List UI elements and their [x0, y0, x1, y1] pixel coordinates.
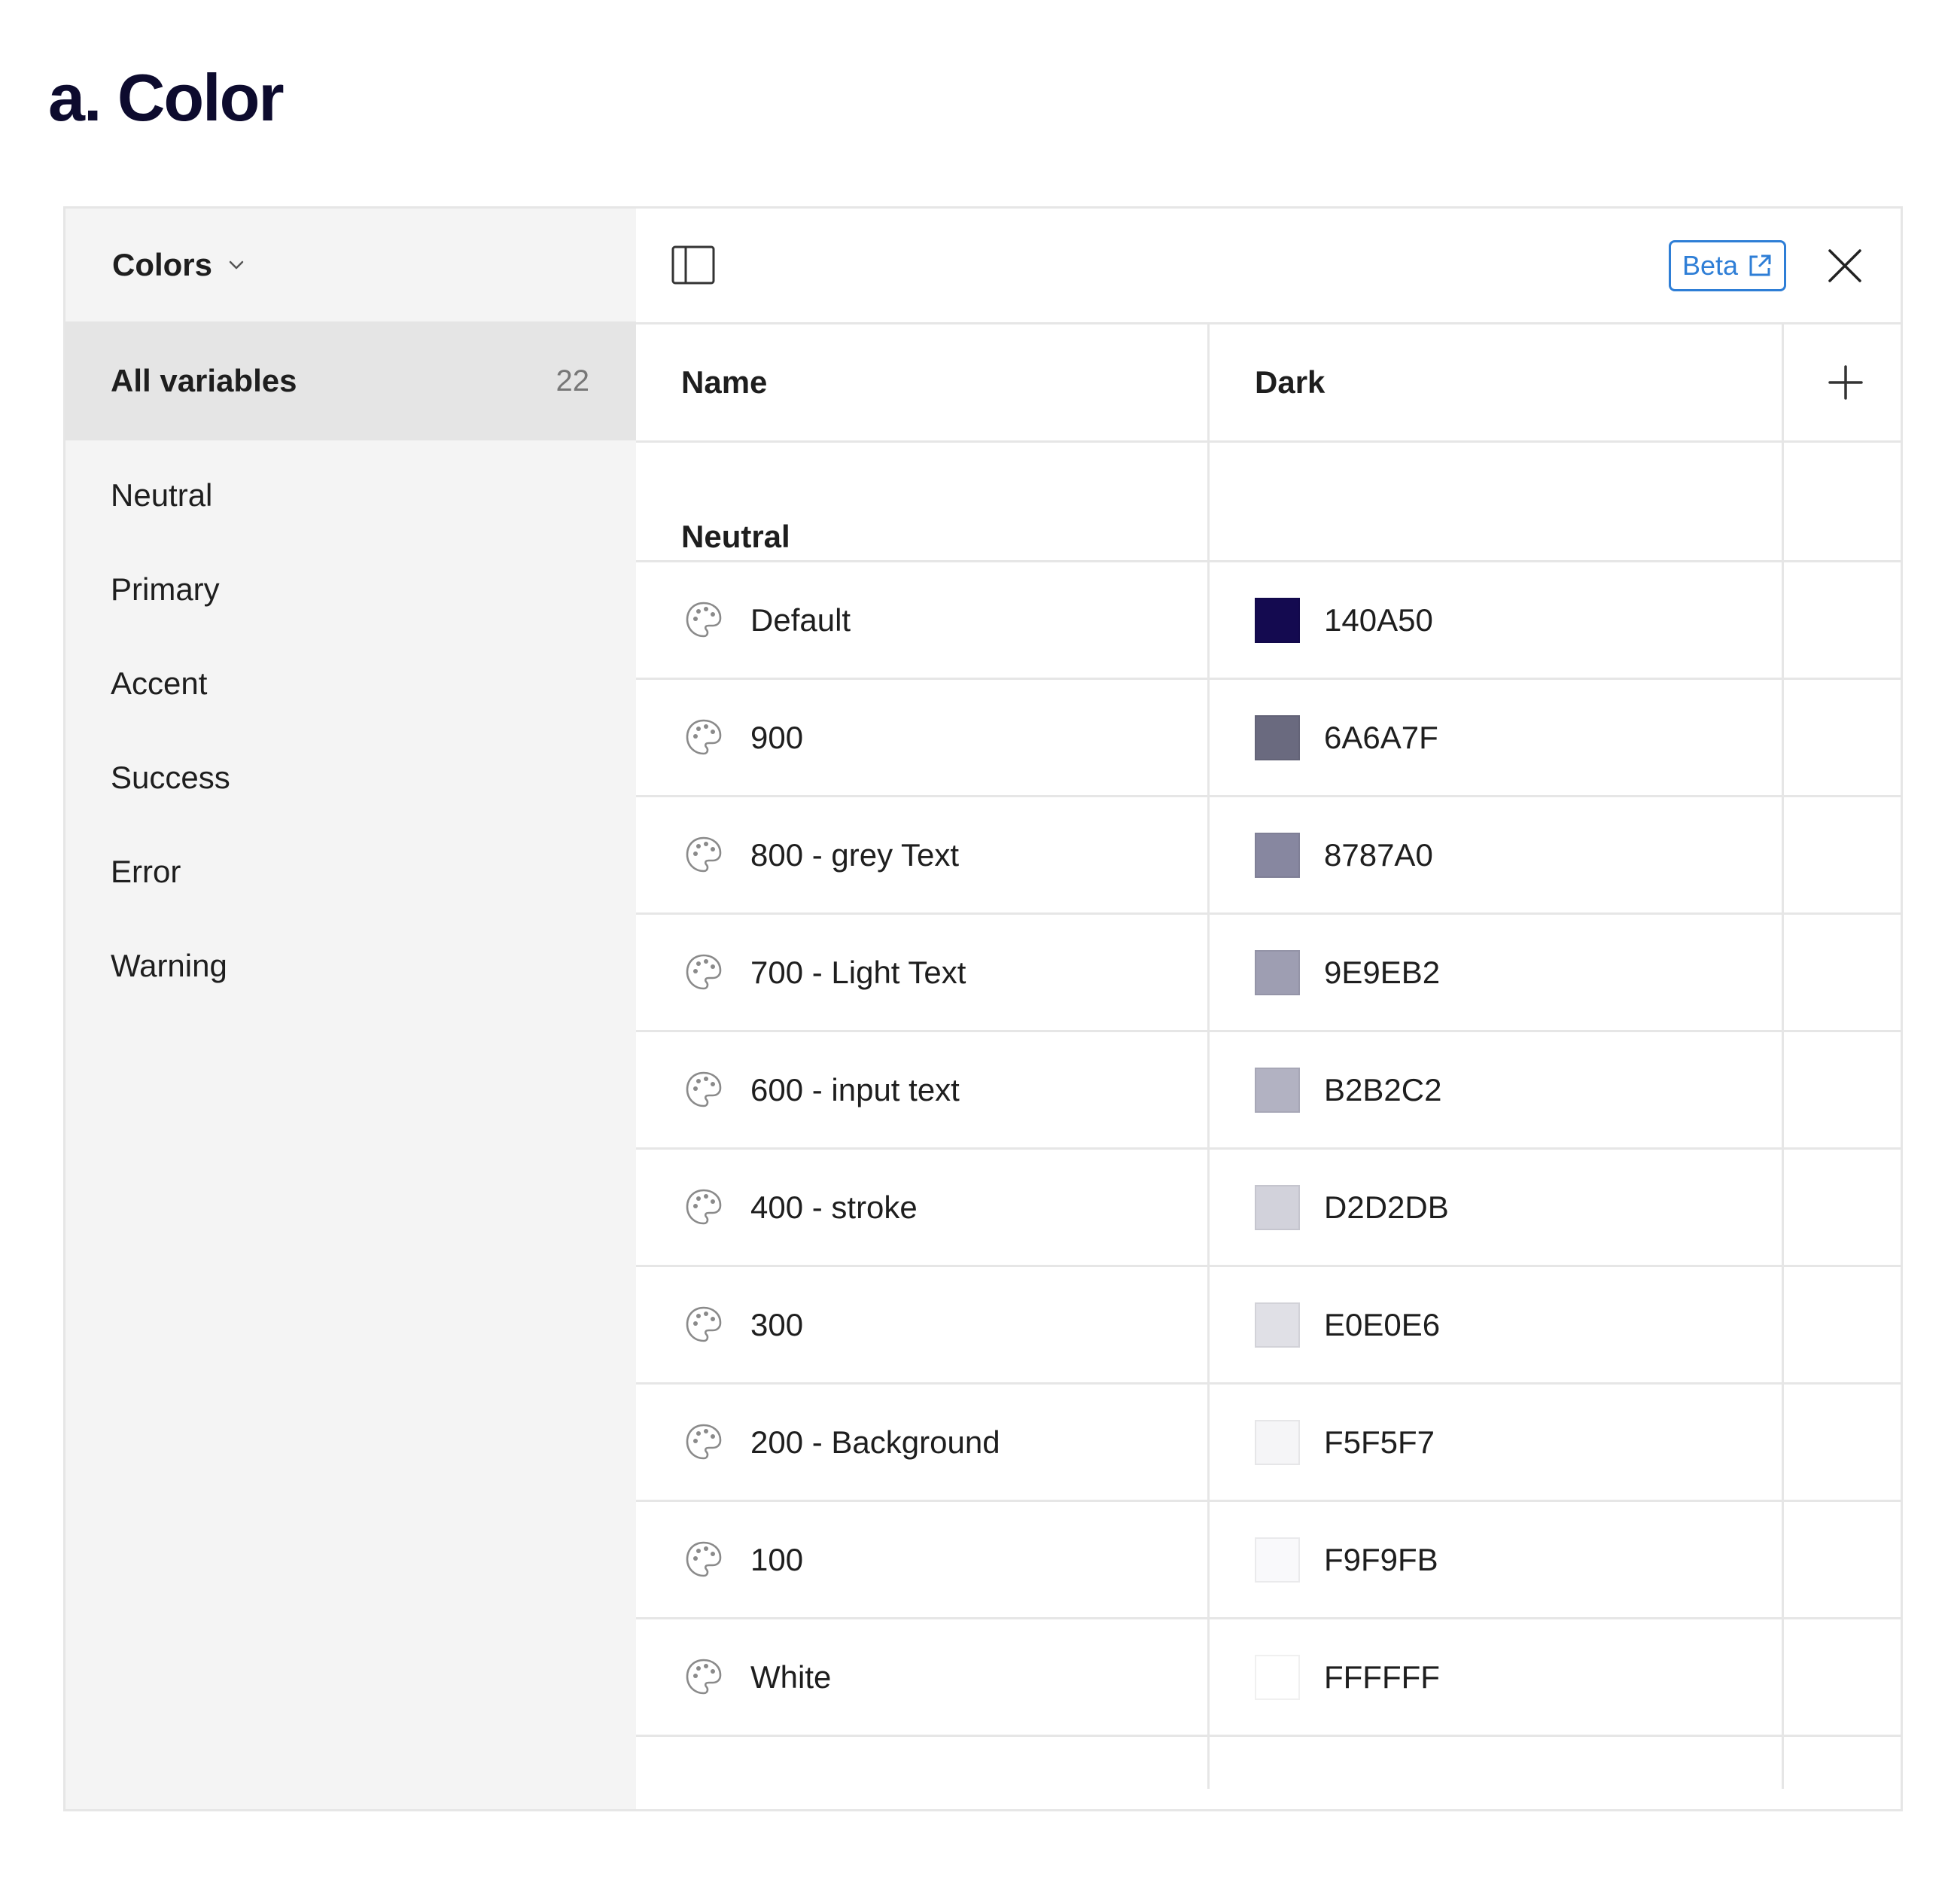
page-title: a. Color [48, 60, 285, 135]
color-value[interactable]: FFFFFF [1324, 1619, 1440, 1735]
variable-name: 600 - input text [750, 1071, 960, 1107]
color-swatch[interactable] [1255, 833, 1300, 878]
plus-icon[interactable] [1824, 361, 1867, 404]
palette-icon [686, 1424, 722, 1460]
beta-label: Beta [1682, 250, 1739, 281]
color-swatch[interactable] [1255, 1185, 1300, 1230]
color-value[interactable]: F9F9FB [1324, 1502, 1438, 1617]
table-row[interactable]: 300 E0E0E6 [636, 1267, 1901, 1385]
palette-icon [686, 1071, 722, 1107]
sidebar-item-all-variables[interactable]: All variables 22 [65, 321, 636, 440]
color-swatch[interactable] [1255, 1420, 1300, 1465]
name-column-header: Name [681, 364, 768, 400]
variable-name: 300 [750, 1306, 804, 1342]
collection-name: Colors [112, 247, 213, 282]
external-link-icon [1749, 254, 1771, 276]
variable-name: 700 - Light Text [750, 954, 966, 990]
variables-panel: Colors All variables 22 Neutral Primary … [63, 206, 1903, 1811]
palette-icon [686, 602, 722, 638]
color-value[interactable]: 8787A0 [1324, 797, 1433, 912]
sidebar: Colors All variables 22 Neutral Primary … [65, 209, 636, 1809]
mode-column-header[interactable]: Dark [1255, 324, 1325, 440]
table-row[interactable]: 100 F9F9FB [636, 1502, 1901, 1619]
variable-name: 200 - Background [750, 1424, 1000, 1460]
collection-dropdown[interactable]: Colors [112, 246, 247, 284]
table-row[interactable]: White FFFFFF [636, 1619, 1901, 1737]
color-value[interactable]: B2B2C2 [1324, 1032, 1441, 1147]
table-row[interactable]: 700 - Light Text 9E9EB2 [636, 915, 1901, 1032]
group-list: Neutral Primary Accent Success Error War… [111, 472, 230, 1037]
table-header: Name Dark [636, 324, 1901, 443]
variable-name: 900 [750, 719, 804, 755]
palette-icon [686, 1659, 722, 1695]
sidebar-item-primary[interactable]: Primary [111, 566, 230, 660]
sidebar-item-success[interactable]: Success [111, 754, 230, 848]
variable-name: White [750, 1659, 832, 1695]
color-swatch[interactable] [1255, 1068, 1300, 1113]
palette-icon [686, 1541, 722, 1577]
color-swatch[interactable] [1255, 715, 1300, 760]
color-value[interactable]: 9E9EB2 [1324, 915, 1440, 1030]
table-row[interactable]: 800 - grey Text 8787A0 [636, 797, 1901, 915]
color-swatch[interactable] [1255, 1655, 1300, 1700]
table-row[interactable]: 900 6A6A7F [636, 680, 1901, 797]
group-header: Neutral [636, 443, 1901, 562]
chevron-down-icon [229, 260, 244, 270]
sidebar-item-error[interactable]: Error [111, 848, 230, 943]
color-value[interactable]: 6A6A7F [1324, 680, 1438, 795]
table-row[interactable]: Default 140A50 [636, 562, 1901, 680]
palette-icon [686, 1306, 722, 1342]
variable-name: 400 - stroke [750, 1189, 918, 1225]
toolbar: Beta [636, 209, 1901, 324]
color-swatch[interactable] [1255, 598, 1300, 643]
sidebar-item-neutral[interactable]: Neutral [111, 472, 230, 566]
palette-icon [686, 719, 722, 755]
color-swatch[interactable] [1255, 950, 1300, 995]
sidebar-item-accent[interactable]: Accent [111, 660, 230, 754]
sidebar-toggle-icon[interactable] [671, 245, 716, 285]
color-swatch[interactable] [1255, 1537, 1300, 1583]
color-value[interactable]: E0E0E6 [1324, 1267, 1440, 1382]
sidebar-item-warning[interactable]: Warning [111, 943, 230, 1037]
variables-table-area: Beta Name Dark Neutral Default 140A50 90… [636, 209, 1901, 1809]
color-value[interactable]: D2D2DB [1324, 1150, 1449, 1265]
palette-icon [686, 836, 722, 873]
variable-name: 100 [750, 1541, 804, 1577]
color-value[interactable]: 140A50 [1324, 562, 1433, 678]
table-row[interactable]: 400 - stroke D2D2DB [636, 1150, 1901, 1267]
variable-rows: Default 140A50 900 6A6A7F 800 - grey Tex… [636, 562, 1901, 1737]
palette-icon [686, 954, 722, 990]
group-title: Neutral [681, 519, 790, 554]
variable-name: 800 - grey Text [750, 836, 960, 873]
palette-icon [686, 1189, 722, 1225]
sidebar-item-label: All variables [111, 363, 297, 398]
beta-button[interactable]: Beta [1669, 240, 1786, 291]
variable-name: Default [750, 602, 851, 638]
table-row[interactable]: 200 - Background F5F5F7 [636, 1385, 1901, 1502]
color-swatch[interactable] [1255, 1302, 1300, 1348]
table-row[interactable]: 600 - input text B2B2C2 [636, 1032, 1901, 1150]
color-value[interactable]: F5F5F7 [1324, 1385, 1435, 1500]
close-icon[interactable] [1824, 245, 1866, 287]
variable-count: 22 [555, 364, 590, 398]
